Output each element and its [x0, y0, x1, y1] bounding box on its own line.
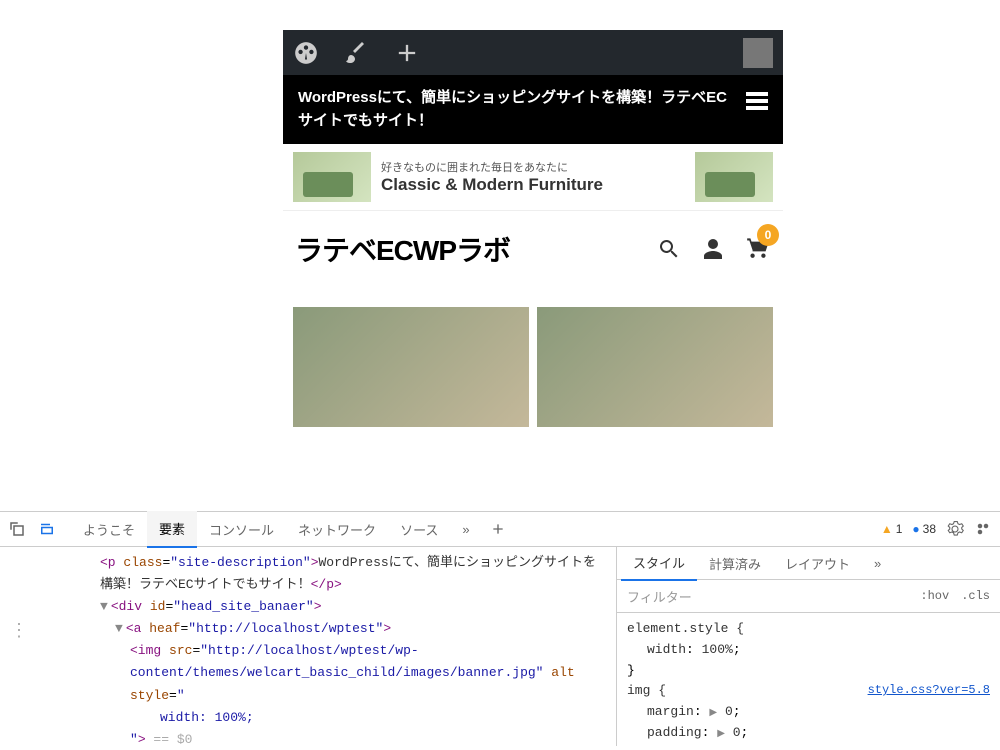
hamburger-menu-icon[interactable]	[746, 89, 768, 113]
banner-image-left	[293, 152, 371, 202]
styles-filter-input[interactable]: フィルター	[627, 587, 908, 606]
site-title[interactable]: ラテベECWPラボ	[295, 229, 510, 269]
cart-button[interactable]: 0	[745, 234, 771, 265]
mobile-preview: WordPressにて、簡単にショッピングサイトを構築！ラテベECサイトでもサイ…	[283, 30, 783, 511]
tab-elements[interactable]: 要素	[147, 511, 197, 548]
tagline-bar: WordPressにて、簡単にショッピングサイトを構築！ラテベECサイトでもサイ…	[283, 75, 783, 144]
tab-more[interactable]: »	[450, 514, 481, 545]
wp-admin-bar	[283, 30, 783, 75]
banner-image-right	[695, 152, 773, 202]
settings-gear-icon[interactable]	[946, 520, 964, 538]
errors-badge[interactable]: ●38	[912, 522, 936, 536]
stylesheet-link[interactable]: style.css?ver=5.8	[868, 681, 990, 700]
search-icon[interactable]	[657, 237, 681, 261]
user-icon[interactable]	[701, 237, 725, 261]
styles-tab-style[interactable]: スタイル	[621, 546, 697, 581]
warnings-badge[interactable]: ▲1	[881, 522, 903, 536]
cart-count-badge: 0	[757, 224, 779, 246]
content-image-row	[283, 307, 783, 427]
tagline-text: WordPressにて、簡単にショッピングサイトを構築！ラテベECサイトでもサイ…	[298, 87, 736, 132]
tree-dots: ⋮	[10, 620, 30, 641]
add-tab-icon[interactable]	[490, 521, 506, 537]
tab-network[interactable]: ネットワーク	[286, 512, 388, 547]
elements-tree[interactable]: <p class="site-description">WordPressにて、…	[0, 547, 616, 746]
tab-console[interactable]: コンソール	[197, 512, 286, 547]
hov-toggle[interactable]: :hov	[920, 589, 949, 603]
tab-sources[interactable]: ソース	[388, 512, 450, 547]
inspect-icon[interactable]	[8, 520, 26, 538]
customize-icon[interactable]	[344, 41, 368, 65]
styles-rules[interactable]: element.style { width: 100%; } img {styl…	[617, 613, 1000, 750]
user-avatar[interactable]	[743, 38, 773, 68]
styles-panel: スタイル 計算済み レイアウト » フィルター :hov .cls elemen…	[616, 547, 1000, 746]
dashboard-icon[interactable]	[293, 40, 319, 66]
styles-tab-more[interactable]: »	[862, 549, 893, 578]
device-toggle-icon[interactable]	[38, 520, 56, 538]
styles-tab-computed[interactable]: 計算済み	[697, 547, 773, 580]
devtools-tabs: ようこそ 要素 コンソール ネットワーク ソース » ▲1 ●38	[0, 512, 1000, 547]
tab-welcome[interactable]: ようこそ	[71, 512, 147, 547]
styles-tab-layout[interactable]: レイアウト	[773, 547, 862, 580]
banner-subtitle: 好きなものに囲まれた毎日をあなたに	[381, 159, 685, 175]
banner-title: Classic & Modern Furniture	[381, 175, 685, 195]
add-icon[interactable]	[393, 39, 421, 67]
dock-icon[interactable]	[974, 520, 992, 538]
site-banner[interactable]: 好きなものに囲まれた毎日をあなたに Classic & Modern Furni…	[283, 144, 783, 211]
cls-toggle[interactable]: .cls	[961, 589, 990, 603]
devtools-panel: ようこそ 要素 コンソール ネットワーク ソース » ▲1 ●38 <p cla…	[0, 511, 1000, 745]
site-header: ラテベECWPラボ 0	[283, 211, 783, 287]
